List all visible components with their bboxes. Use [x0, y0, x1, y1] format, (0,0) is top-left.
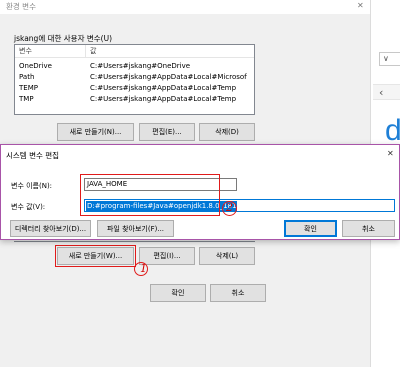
var-value: C:#Users#jskang#OneDrive: [90, 61, 191, 70]
env-titlebar: 환경 변수 ✕: [0, 0, 370, 14]
table-row[interactable]: OneDrive C:#Users#jskang#OneDrive: [15, 60, 254, 71]
user-new-button[interactable]: 새로 만들기(N)...: [57, 123, 134, 141]
system-edit-button[interactable]: 편집(I)...: [139, 247, 195, 265]
var-value: C:#Users#jskang#AppData#Local#Temp: [90, 83, 237, 92]
close-icon[interactable]: ✕: [387, 149, 394, 158]
annotation-mark-2: 2: [226, 201, 233, 214]
variable-value-label: 변수 값(V):: [11, 203, 46, 211]
table-row[interactable]: TMP C:#Users#jskang#AppData#Local#Temp: [15, 93, 254, 104]
dialog-title: 시스템 변수 편집: [6, 151, 60, 160]
user-vars-table[interactable]: 변수 값 OneDrive C:#Users#jskang#OneDrive P…: [14, 44, 255, 115]
background-toolbar: ‹: [373, 84, 400, 100]
var-name: OneDrive: [19, 61, 52, 70]
var-name: Path: [19, 72, 35, 81]
browse-file-button[interactable]: 파일 찾아보기(F)...: [97, 220, 174, 237]
chevron-down-icon: ∨: [383, 54, 389, 63]
chevron-left-icon[interactable]: ‹: [379, 86, 383, 99]
var-value: C:#Users#jskang#AppData#Local#Temp: [90, 94, 237, 103]
user-edit-button[interactable]: 편집(E)...: [139, 123, 195, 141]
system-delete-button[interactable]: 삭제(L): [199, 247, 255, 265]
close-icon[interactable]: ✕: [357, 1, 364, 10]
annotation-box-new-button: [55, 245, 136, 267]
var-name: TEMP: [19, 83, 38, 92]
system-vars-table-edge: [14, 240, 255, 242]
user-delete-button[interactable]: 삭제(D): [199, 123, 255, 141]
background-letter: d: [385, 114, 400, 147]
dialog-cancel-button[interactable]: 취소: [342, 220, 395, 237]
variable-name-label: 변수 이름(N):: [11, 182, 53, 190]
dialog-ok-button[interactable]: 확인: [284, 220, 337, 237]
table-row[interactable]: Path C:#Users#jskang#AppData#Local#Micro…: [15, 71, 254, 82]
column-header-value[interactable]: 값: [90, 46, 247, 56]
header-divider[interactable]: [85, 45, 86, 57]
user-vars-label: jskang에 대한 사용자 변수(U): [14, 34, 113, 43]
var-value: C:#Users#jskang#AppData#Local#Microsoft.…: [90, 72, 247, 81]
browse-directory-button[interactable]: 디렉터리 찾아보기(D)...: [10, 220, 91, 237]
var-name: TMP: [19, 94, 34, 103]
table-row[interactable]: TEMP C:#Users#jskang#AppData#Local#Temp: [15, 82, 254, 93]
table-header-row: 변수 값: [15, 45, 254, 58]
column-header-variable[interactable]: 변수: [19, 46, 32, 56]
annotation-circle-1: [134, 262, 148, 276]
env-cancel-button[interactable]: 취소: [210, 284, 266, 302]
background-dropdown[interactable]: ∨: [379, 52, 400, 66]
env-ok-button[interactable]: 확인: [150, 284, 206, 302]
annotation-box-inputs: [80, 174, 220, 216]
env-window-title: 환경 변수: [6, 2, 36, 11]
